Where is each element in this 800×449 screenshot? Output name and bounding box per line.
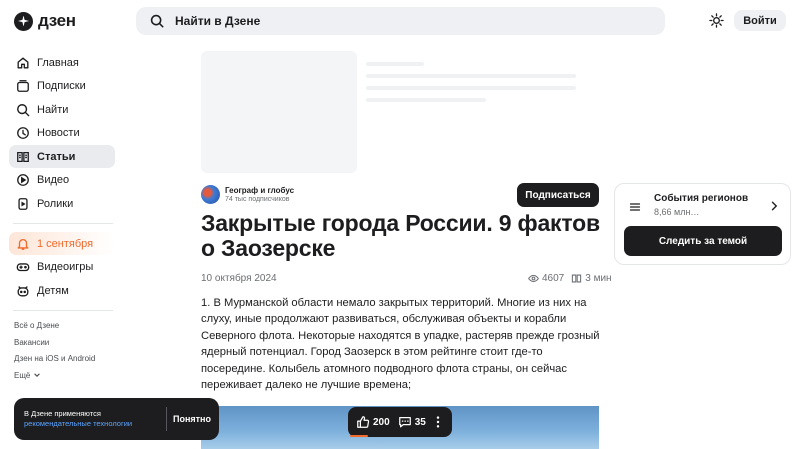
skeleton-line: [366, 74, 576, 78]
footer-link-more[interactable]: Ещё: [14, 371, 115, 380]
article-stats: 4607 3 мин: [521, 273, 612, 284]
subscribe-button[interactable]: Подписаться: [517, 183, 599, 207]
channel-meta: Географ и глобус 74 тыс подписчиков: [225, 186, 294, 203]
theme-toggle-button[interactable]: [706, 10, 726, 30]
channel-subscribers: 74 тыс подписчиков: [225, 196, 290, 203]
read-time-stat: 3 мин: [571, 273, 612, 284]
eye-icon: [528, 274, 539, 283]
search-bar[interactable]: [136, 7, 665, 35]
sidebar-item-label: Видеоигры: [37, 261, 94, 273]
article-title: Закрытые города России. 9 фактов о Заозе…: [201, 210, 600, 261]
cookie-tech-link[interactable]: рекомендательные технологии: [24, 419, 132, 428]
more-button[interactable]: [434, 415, 442, 429]
likes-count: 200: [373, 416, 390, 428]
search-icon: [150, 14, 164, 28]
logo[interactable]: дзен: [14, 11, 76, 31]
sidebar-item-articles[interactable]: Статьи: [9, 145, 115, 168]
skeleton-line: [366, 62, 424, 66]
sidebar-item-kids[interactable]: Детям: [9, 279, 115, 302]
skeleton-line: [366, 86, 576, 90]
article-cover-placeholder: [201, 51, 357, 173]
sidebar-item-label: 1 сентября: [37, 237, 94, 250]
sidebar-item-label: Статьи: [37, 150, 76, 163]
logo-text: дзен: [38, 11, 76, 30]
sidebar-item-video[interactable]: Видео: [9, 169, 115, 192]
footer-more-label: Ещё: [14, 370, 31, 380]
channel-avatar[interactable]: [201, 185, 220, 204]
footer-link-about[interactable]: Всё о Дзене: [14, 321, 115, 330]
search-input[interactable]: [175, 14, 615, 28]
subscriptions-icon: [17, 80, 29, 92]
home-icon: [17, 57, 29, 68]
sidebar-item-home[interactable]: Главная: [9, 51, 115, 74]
kids-icon: [17, 285, 29, 296]
widget-title[interactable]: События регионов: [654, 193, 748, 204]
reaction-bar: 200 35: [348, 407, 452, 437]
article-date: 10 октября 2024: [201, 273, 277, 284]
sidebar-item-subscriptions[interactable]: Подписки: [9, 75, 115, 98]
topic-widget: События регионов 8,66 млн… Следить за те…: [614, 183, 791, 265]
sidebar-item-shorts[interactable]: Ролики: [9, 192, 115, 215]
read-progress: [350, 435, 368, 437]
article-body: 1. В Мурманской области немало закрытых …: [201, 297, 600, 392]
list-icon: [629, 203, 641, 211]
sidebar-item-label: Найти: [37, 103, 69, 116]
dzen-logo-icon: [14, 11, 33, 31]
sidebar-item-label: Ролики: [37, 197, 74, 210]
sidebar-item-promo[interactable]: 1 сентября: [9, 232, 115, 255]
sidebar-item-search[interactable]: Найти: [9, 98, 115, 121]
sidebar-divider: [13, 223, 113, 224]
sidebar-item-label: Видео: [37, 174, 70, 186]
sun-icon: [708, 12, 724, 28]
search-icon: [17, 103, 30, 116]
chevron-right-icon[interactable]: [768, 200, 780, 212]
page: дзен Войти Главная Подписки Найти Новост…: [0, 0, 800, 449]
channel-name[interactable]: Географ и глобус: [225, 186, 294, 195]
cookie-banner: В Дзене применяются рекомендательные тех…: [14, 398, 219, 440]
gamepad-icon: [16, 263, 30, 272]
comments-count: 35: [414, 416, 426, 428]
sidebar-item-videogames[interactable]: Видеоигры: [9, 256, 115, 279]
widget-subtitle: 8,66 млн…: [654, 207, 700, 217]
views-count: 4607: [542, 273, 565, 284]
sidebar-item-label: Детям: [37, 284, 69, 297]
chevron-down-icon: [34, 373, 41, 377]
cookie-message: В Дзене применяются: [24, 409, 101, 418]
cookie-text: В Дзене применяются рекомендательные тех…: [24, 409, 166, 429]
footer-link-apps[interactable]: Дзен на iOS и Android: [14, 354, 115, 363]
shorts-icon: [18, 197, 28, 210]
video-icon: [17, 174, 29, 186]
cookie-divider: [166, 407, 167, 431]
comments-button[interactable]: 35: [398, 415, 426, 429]
more-vertical-icon: [436, 416, 440, 428]
like-button[interactable]: 200: [356, 415, 390, 429]
sidebar-item-label: Подписки: [37, 80, 86, 92]
views-stat: 4607: [528, 273, 564, 284]
articles-icon: [17, 151, 29, 162]
footer-links: Всё о Дзене Вакансии Дзен на iOS и Andro…: [9, 321, 115, 380]
comment-icon: [398, 417, 411, 428]
read-time: 3 мин: [585, 273, 612, 284]
sidebar-item-label: Новости: [37, 127, 80, 139]
channel-info[interactable]: Географ и глобус 74 тыс подписчиков: [201, 185, 294, 204]
follow-topic-button[interactable]: Следить за темой: [624, 226, 782, 256]
footer-link-vacancies[interactable]: Вакансии: [14, 338, 115, 347]
login-button[interactable]: Войти: [734, 10, 786, 31]
book-icon: [572, 274, 582, 283]
bell-icon: [17, 238, 29, 250]
skeleton-line: [366, 98, 486, 102]
news-icon: [17, 127, 29, 139]
sidebar-item-label: Главная: [37, 56, 79, 69]
thumbs-up-icon: [357, 416, 370, 428]
cookie-accept-button[interactable]: Понятно: [173, 414, 211, 424]
sidebar: Главная Подписки Найти Новости Статьи Ви…: [9, 51, 115, 387]
sidebar-item-news[interactable]: Новости: [9, 122, 115, 145]
sidebar-divider: [13, 310, 113, 311]
